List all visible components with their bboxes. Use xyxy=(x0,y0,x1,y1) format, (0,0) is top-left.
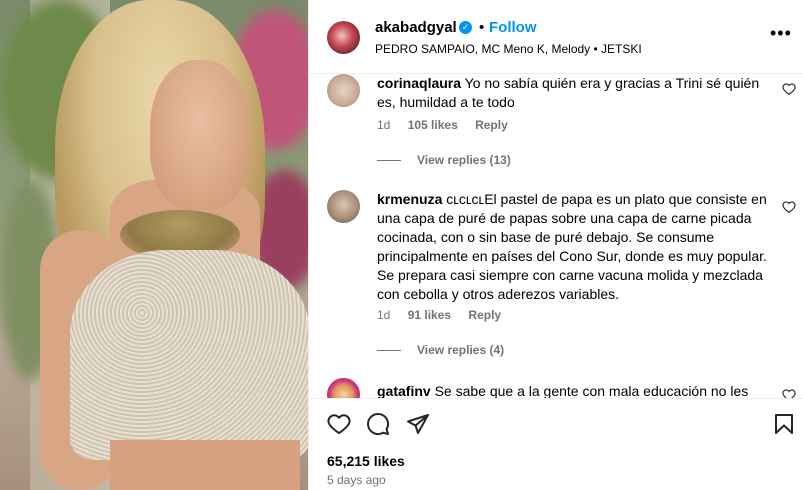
avatar[interactable] xyxy=(327,190,360,223)
comment-likes[interactable]: 91 likes xyxy=(408,308,451,322)
view-replies-button[interactable]: View replies (13) xyxy=(377,153,511,167)
verified-icon: ✓ xyxy=(459,21,472,34)
divider xyxy=(377,160,401,162)
comment-meta: 1d 91 likes Reply xyxy=(377,308,515,322)
view-replies-button[interactable]: View replies (4) xyxy=(377,343,504,357)
divider xyxy=(377,350,401,352)
audio-attribution[interactable]: PEDRO SAMPAIO, MC Meno K, Melody • JETSK… xyxy=(375,42,642,56)
view-replies-label: View replies (13) xyxy=(417,153,511,167)
comment-text-block: krmenuza ᴄʟᴄʟᴄʟEl pastel de papa es un p… xyxy=(377,190,772,304)
comment-username[interactable]: corinaqlaura xyxy=(377,75,461,91)
more-icon[interactable]: ••• xyxy=(770,24,791,46)
heart-icon[interactable] xyxy=(782,388,796,398)
share-icon[interactable] xyxy=(406,412,430,436)
post-header: akabadgyal ✓ • Follow PEDRO SAMPAIO, MC … xyxy=(309,0,803,74)
likes-count[interactable]: 65,215 likes xyxy=(327,453,405,469)
comment-age: 1d xyxy=(377,118,391,132)
comment-text: Se sabe que a la gente con mala educació… xyxy=(434,383,749,398)
reply-button[interactable]: Reply xyxy=(475,118,508,132)
separator-dot: • xyxy=(479,19,485,36)
heart-icon[interactable] xyxy=(782,200,796,214)
post-timestamp[interactable]: 5 days ago xyxy=(327,473,386,487)
comments-list[interactable]: corinaqlaura Yo no sabía quién era y gra… xyxy=(309,74,803,398)
heart-icon[interactable] xyxy=(327,412,351,436)
heart-icon[interactable] xyxy=(782,82,796,96)
comment-meta: 1d 105 likes Reply xyxy=(377,118,522,132)
follow-button[interactable]: Follow xyxy=(489,19,537,36)
view-replies-label: View replies (4) xyxy=(417,343,505,357)
comment-age: 1d xyxy=(377,308,391,322)
bookmark-icon[interactable] xyxy=(772,412,796,436)
midriff xyxy=(110,440,300,490)
post-username[interactable]: akabadgyal xyxy=(375,19,457,36)
face xyxy=(150,60,250,210)
post-media[interactable] xyxy=(0,0,308,490)
comment-username[interactable]: gatafinv xyxy=(377,383,431,398)
comment-text-block: gatafinv Se sabe que a la gente con mala… xyxy=(377,382,772,398)
post-panel: akabadgyal ✓ • Follow PEDRO SAMPAIO, MC … xyxy=(308,0,803,490)
comment-text: ᴄʟᴄʟᴄʟEl pastel de papa es un plato que … xyxy=(377,191,767,302)
comment-icon[interactable] xyxy=(366,412,390,436)
comment-likes[interactable]: 105 likes xyxy=(408,118,458,132)
avatar[interactable] xyxy=(327,21,360,54)
avatar[interactable] xyxy=(327,378,360,398)
sequin-top xyxy=(70,250,308,460)
comment-username[interactable]: krmenuza xyxy=(377,191,442,207)
action-bar xyxy=(309,398,803,448)
comment-text-block: corinaqlaura Yo no sabía quién era y gra… xyxy=(377,74,772,112)
avatar[interactable] xyxy=(327,74,360,107)
reply-button[interactable]: Reply xyxy=(468,308,501,322)
